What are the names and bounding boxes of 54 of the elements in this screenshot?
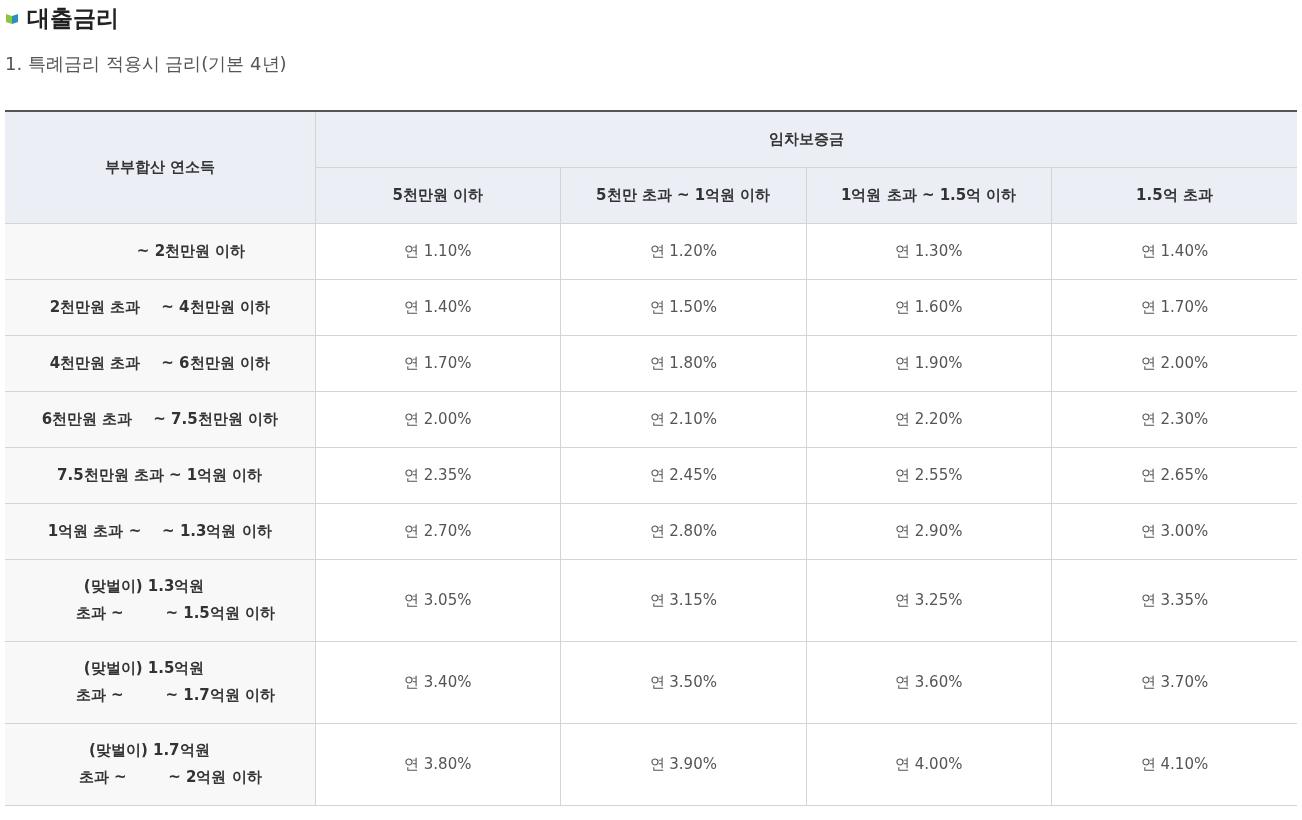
column-header: 부부합산 연소득: [5, 111, 315, 223]
table-cell: 연 1.20%: [560, 223, 806, 279]
table-cell: 연 1.50%: [560, 279, 806, 335]
table-cell: 연 3.60%: [806, 641, 1052, 723]
table-cell: 연 3.25%: [806, 559, 1052, 641]
row-label: 7.5천만원 초과 ~ 1억원 이하: [57, 464, 263, 486]
table-cell: 연 2.70%: [315, 503, 561, 559]
subheading: 1. 특례금리 적용시 금리(기본 4년): [5, 52, 288, 76]
table-cell: 연 4.10%: [1051, 723, 1297, 805]
table-cell: 연 3.50%: [560, 641, 806, 723]
table-cell: 연 1.40%: [315, 279, 561, 335]
column-header: 1억원 초과 ~ 1.5억 이하: [806, 167, 1052, 223]
table-cell: 연 3.05%: [315, 559, 561, 641]
table-cell: 연 1.80%: [560, 335, 806, 391]
table-cell: 연 2.00%: [1051, 335, 1297, 391]
column-header: 5천만 초과 ~ 1억원 이하: [560, 167, 806, 223]
book-icon: [5, 12, 19, 24]
table-cell: 연 1.60%: [806, 279, 1052, 335]
table-cell: 연 1.30%: [806, 223, 1052, 279]
table-cell: 연 2.20%: [806, 391, 1052, 447]
table-cell: 연 3.80%: [315, 723, 561, 805]
table-cell: 연 4.00%: [806, 723, 1052, 805]
row-label: 1억원 초과 ~ ~ 1.3억원 이하: [47, 520, 272, 542]
table-cell: 연 2.35%: [315, 447, 561, 503]
table-cell: 연 3.35%: [1051, 559, 1297, 641]
column-header: 1.5억 초과: [1051, 167, 1297, 223]
table-cell: 연 1.90%: [806, 335, 1052, 391]
table-cell: 연 2.65%: [1051, 447, 1297, 503]
table-cell: 연 3.00%: [1051, 503, 1297, 559]
table-cell: 연 1.40%: [1051, 223, 1297, 279]
column-header: 임차보증금: [315, 111, 1297, 167]
table-cell: 연 3.40%: [315, 641, 561, 723]
table-cell: 연 1.70%: [315, 335, 561, 391]
table-cell: 연 3.90%: [560, 723, 806, 805]
table-cell: 연 2.45%: [560, 447, 806, 503]
row-label: 6천만원 초과 ~ 7.5천만원 이하: [41, 408, 278, 430]
row-label: (맞벌이) 1.3억원 초과 ~ ~ 1.5억원 이하: [74, 576, 275, 624]
table-cell: 연 2.90%: [806, 503, 1052, 559]
row-label: (맞벌이) 1.7억원 초과 ~ ~ 2억원 이하: [77, 740, 262, 788]
row-label: 4천만원 초과 ~ 6천만원 이하: [49, 352, 270, 374]
section-heading: 대출금리: [27, 4, 119, 33]
table-cell: 연 2.00%: [315, 391, 561, 447]
row-label: ~ 2천만원 이하: [135, 240, 246, 262]
table-cell: 연 3.70%: [1051, 641, 1297, 723]
table-cell: 연 2.55%: [806, 447, 1052, 503]
table-cell: 연 3.15%: [560, 559, 806, 641]
table-cell: 연 2.30%: [1051, 391, 1297, 447]
row-label: (맞벌이) 1.5억원 초과 ~ ~ 1.7억원 이하: [74, 658, 275, 706]
table-cell: 연 1.70%: [1051, 279, 1297, 335]
row-label: 2천만원 초과 ~ 4천만원 이하: [49, 296, 270, 318]
table-cell: 연 2.80%: [560, 503, 806, 559]
table-cell: 연 1.10%: [315, 223, 561, 279]
table-cell: 연 2.10%: [560, 391, 806, 447]
column-header: 5천만원 이하: [315, 167, 561, 223]
